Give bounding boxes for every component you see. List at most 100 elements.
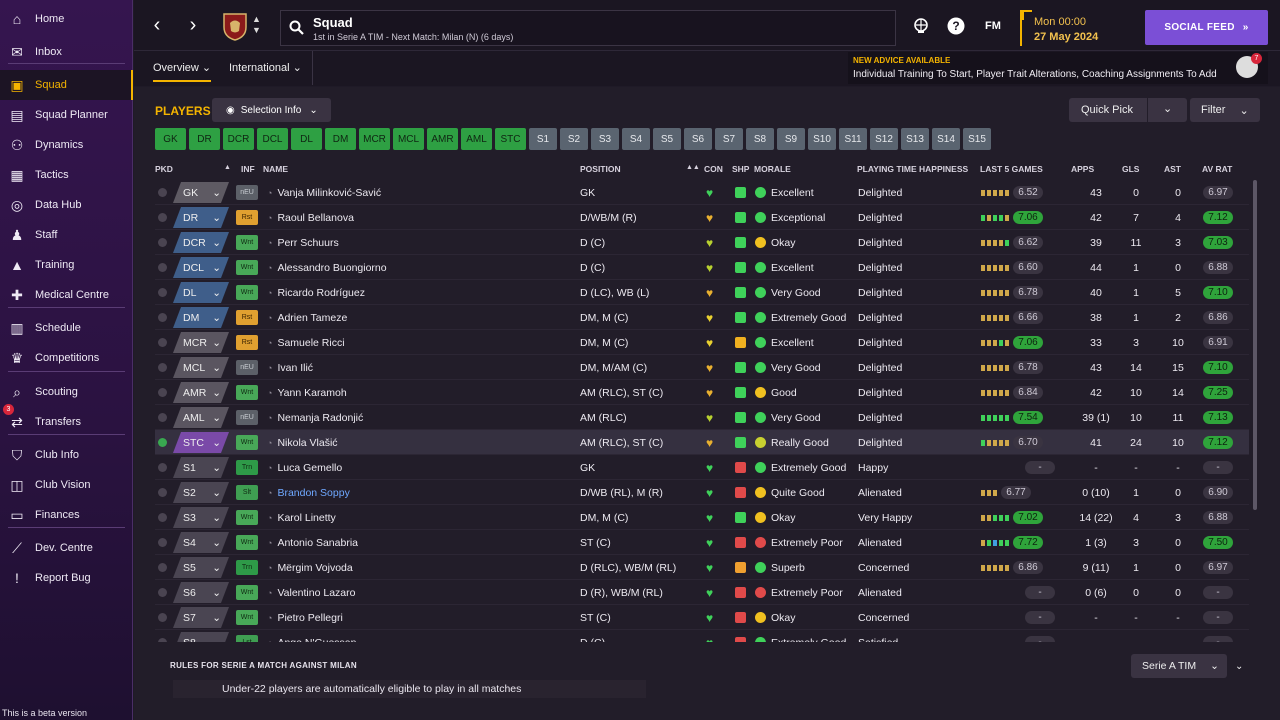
pkd-toggle[interactable] [158,180,167,205]
position-chip-s11[interactable]: S11 [839,128,867,150]
player-name[interactable]: Perr Schuurs [277,237,338,249]
competition-dropdown[interactable]: Serie A TIM ⌄ [1131,654,1227,678]
pkd-toggle[interactable] [158,505,167,530]
player-name-cell[interactable]: ◔ Ivan Ilić [267,355,313,380]
fm-menu-button[interactable]: FM [982,17,1004,35]
sidebar-item-report-bug[interactable]: ! Report Bug [0,563,133,593]
sidebar-item-data-hub[interactable]: ◎ Data Hub [0,190,133,220]
col-gls[interactable]: GLS [1122,164,1139,174]
position-chip-s14[interactable]: S14 [932,128,960,150]
position-chip-mcl[interactable]: MCL [393,128,424,150]
position-chip-s6[interactable]: S6 [684,128,712,150]
position-chip-stc[interactable]: STC [495,128,526,150]
player-name-cell[interactable]: ◔ Pietro Pellegri [267,605,343,630]
position-selector[interactable]: MCR ⌄ [173,332,229,353]
quick-pick-button[interactable]: Quick Pick ⌄ [1069,98,1187,122]
player-name-cell[interactable]: ◔ Yann Karamoh [267,380,347,405]
sidebar-item-dev-centre[interactable]: ⟋ Dev. Centre [0,533,133,563]
player-name[interactable]: Ivan Ilić [277,362,313,374]
world-icon[interactable] [912,17,930,35]
position-selector[interactable]: S8 ⌄ [173,632,229,642]
tab-overview[interactable]: Overview ⌄ [153,61,212,82]
pkd-toggle[interactable] [158,355,167,380]
back-button[interactable]: ‹ [146,14,168,36]
player-name-cell[interactable]: ◔ Valentino Lazaro [267,580,355,605]
player-name[interactable]: Mërgim Vojvoda [277,562,352,574]
date-display[interactable]: Mon 00:00 27 May 2024 [1020,10,1140,46]
sidebar-item-training[interactable]: ▲ Training [0,250,133,280]
position-selector[interactable]: DL ⌄ [173,282,229,303]
pkd-toggle[interactable] [158,455,167,480]
position-selector[interactable]: S6 ⌄ [173,582,229,603]
help-icon[interactable]: ? [947,17,965,35]
col-apps[interactable]: APPS [1071,164,1094,174]
player-name-cell[interactable]: ◔ Perr Schuurs [267,230,339,255]
table-row[interactable]: S6 ⌄ Wnt ◔ Valentino Lazaro D (R), WB/M (RL) ♥… [155,580,1249,605]
position-selector[interactable]: S3 ⌄ [173,507,229,528]
col-last5[interactable]: LAST 5 GAMES [980,164,1043,174]
col-ast[interactable]: AST [1164,164,1181,174]
pkd-toggle[interactable] [158,405,167,430]
table-row[interactable]: DCR ⌄ Wnt ◔ Perr Schuurs D (C) ♥ Okay Delighted 6… [155,230,1249,255]
position-selector[interactable]: MCL ⌄ [173,357,229,378]
sidebar-item-squad[interactable]: ▣ Squad [0,70,133,100]
player-name-cell[interactable]: ◔ Nikola Vlašić [267,430,338,455]
col-name[interactable]: NAME [263,164,288,174]
player-name[interactable]: Valentino Lazaro [277,587,355,599]
player-name[interactable]: Nikola Vlašić [277,437,337,449]
col-position[interactable]: POSITION [580,164,621,174]
pkd-toggle[interactable] [158,255,167,280]
sidebar-item-competitions[interactable]: ♛ Competitions [0,343,133,373]
player-name[interactable]: Pietro Pellegri [277,612,342,624]
player-name-cell[interactable]: ◔ Samuele Ricci [267,330,345,355]
position-chip-dm[interactable]: DM [325,128,356,150]
player-name[interactable]: Ange N'Guessan [277,637,356,643]
position-chip-dcl[interactable]: DCL [257,128,288,150]
player-name-cell[interactable]: ◔ Antonio Sanabria [267,530,358,555]
table-row[interactable]: GK ⌄ nEU ◔ Vanja Milinković-Savić GK ♥ Excellen… [155,180,1249,205]
position-chip-s2[interactable]: S2 [560,128,588,150]
table-row[interactable]: S2 ⌄ Slt ◔ Brandon Soppy D/WB (RL), M (R) ♥ Qui… [155,480,1249,505]
position-chip-s9[interactable]: S9 [777,128,805,150]
col-avrat[interactable]: AV RAT [1202,164,1232,174]
player-name-cell[interactable]: ◔ Raoul Bellanova [267,205,354,230]
pkd-toggle[interactable] [158,580,167,605]
col-morale[interactable]: MORALE [754,164,791,174]
position-chip-dcr[interactable]: DCR [223,128,254,150]
position-selector[interactable]: DM ⌄ [173,307,229,328]
position-chip-s13[interactable]: S13 [901,128,929,150]
position-chip-s1[interactable]: S1 [529,128,557,150]
position-selector[interactable]: AML ⌄ [173,407,229,428]
position-chip-s12[interactable]: S12 [870,128,898,150]
position-chip-s7[interactable]: S7 [715,128,743,150]
player-name-cell[interactable]: ◔ Karol Linetty [267,505,336,530]
sidebar-item-medical-centre[interactable]: ✚ Medical Centre [0,280,133,310]
advice-banner[interactable]: NEW ADVICE AVAILABLE Individual Training… [848,52,1268,84]
table-row[interactable]: S7 ⌄ Wnt ◔ Pietro Pellegri ST (C) ♥ Okay Concern… [155,605,1249,630]
sidebar-item-club-info[interactable]: ⛉ Club Info [0,440,133,470]
sidebar-item-tactics[interactable]: ▦ Tactics [0,160,133,190]
social-feed-button[interactable]: SOCIAL FEED » [1145,10,1268,45]
sidebar-item-staff[interactable]: ♟ Staff [0,220,133,250]
sidebar-item-finances[interactable]: ▭ Finances [0,500,133,530]
position-selector[interactable]: GK ⌄ [173,182,229,203]
pkd-toggle[interactable] [158,230,167,255]
table-row[interactable]: AML ⌄ nEU ◔ Nemanja Radonjić AM (RLC) ♥ Very Go… [155,405,1249,430]
player-name-cell[interactable]: ◔ Brandon Soppy [267,480,350,505]
sidebar-item-scouting[interactable]: ⌕ Scouting [0,377,133,407]
player-name[interactable]: Yann Karamoh [277,387,346,399]
player-name[interactable]: Vanja Milinković-Savić [277,187,381,199]
position-chip-dr[interactable]: DR [189,128,220,150]
player-name[interactable]: Ricardo Rodríguez [277,287,365,299]
player-name-cell[interactable]: ◔ Ange N'Guessan [267,630,357,643]
position-chip-gk[interactable]: GK [155,128,186,150]
sidebar-item-transfers[interactable]: ⇄ Transfers 3 [0,404,133,437]
player-name-cell[interactable]: ◔ Nemanja Radonjić [267,405,363,430]
tab-international[interactable]: International ⌄ [229,61,302,74]
position-selector[interactable]: S2 ⌄ [173,482,229,503]
player-name-cell[interactable]: ◔ Adrien Tameze [267,305,347,330]
position-chip-aml[interactable]: AML [461,128,492,150]
club-crest-icon[interactable] [222,11,248,41]
sidebar-item-schedule[interactable]: ▥ Schedule [0,313,133,343]
position-chip-s8[interactable]: S8 [746,128,774,150]
